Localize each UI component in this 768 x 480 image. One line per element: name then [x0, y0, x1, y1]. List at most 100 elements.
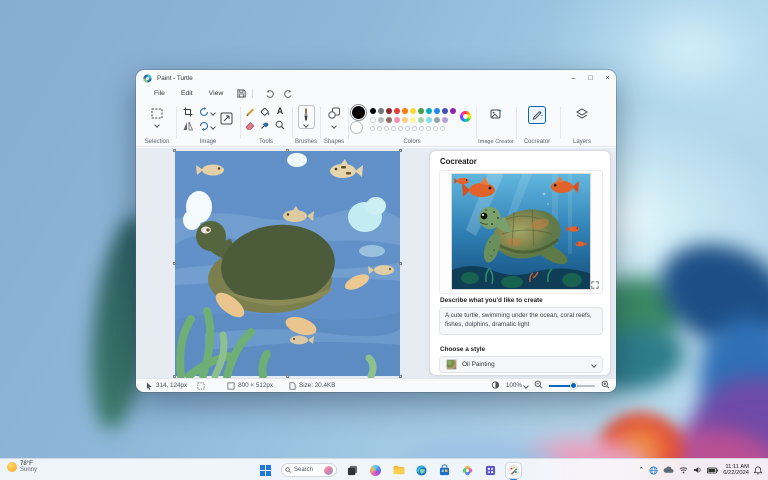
search-box[interactable]: Search	[281, 463, 337, 477]
zoom-in-icon[interactable]	[601, 380, 610, 391]
selection-handle[interactable]	[398, 149, 402, 153]
fit-to-window-icon[interactable]	[491, 380, 500, 391]
selection-handle[interactable]	[173, 149, 177, 153]
zoom-level-dropdown[interactable]: 100%	[506, 382, 529, 389]
empty-color-slot[interactable]	[397, 126, 404, 132]
zoom-slider-thumb[interactable]	[570, 382, 577, 389]
menu-edit[interactable]: Edit	[173, 90, 201, 97]
color-swatch[interactable]	[409, 117, 417, 124]
task-view-button[interactable]	[345, 463, 360, 478]
color-swatch[interactable]	[425, 108, 433, 115]
minimize-button[interactable]: –	[565, 70, 582, 86]
chevron-down-icon[interactable]	[331, 123, 337, 129]
edge-button[interactable]	[414, 463, 429, 478]
color-swatch[interactable]	[401, 108, 409, 115]
microsoft-store-button[interactable]	[437, 463, 452, 478]
empty-color-slot[interactable]	[376, 126, 383, 132]
color-swatch[interactable]	[393, 117, 401, 124]
rotate-icon[interactable]	[198, 106, 210, 118]
file-explorer-button[interactable]	[391, 463, 406, 478]
battery-icon[interactable]	[707, 467, 719, 474]
style-dropdown[interactable]: Oil Painting	[439, 356, 603, 373]
chevron-down-icon[interactable]	[210, 110, 216, 116]
pencil-icon[interactable]	[244, 105, 256, 117]
chevron-down-icon[interactable]	[303, 121, 309, 128]
selection-group[interactable]: Selection	[140, 101, 174, 147]
color-swatch[interactable]	[385, 108, 393, 115]
color-well-1[interactable]	[352, 106, 365, 119]
paint-taskbar-button[interactable]	[506, 462, 521, 480]
eraser-icon[interactable]	[244, 119, 256, 131]
maximize-button[interactable]: □	[582, 70, 599, 86]
shapes-icon[interactable]	[328, 107, 340, 119]
flip-icon[interactable]	[182, 120, 194, 132]
color-swatch[interactable]	[401, 117, 409, 124]
tray-chevron-up-icon[interactable]: ⌃	[638, 466, 644, 474]
expand-image-icon[interactable]	[590, 280, 600, 290]
color-swatch[interactable]	[370, 108, 377, 115]
empty-color-slot[interactable]	[370, 126, 376, 132]
color-swatch[interactable]	[370, 117, 377, 124]
generated-image[interactable]	[451, 173, 591, 290]
color-swatch[interactable]	[377, 108, 385, 115]
color-swatch[interactable]	[449, 108, 457, 115]
color-swatch[interactable]	[441, 117, 449, 124]
clock[interactable]: 11:11 AM 6/22/2024	[723, 464, 749, 477]
cocreator-selected-box[interactable]	[528, 106, 546, 124]
empty-color-slot[interactable]	[432, 126, 439, 132]
selection-handle[interactable]	[286, 149, 290, 153]
color-swatch[interactable]	[425, 117, 433, 124]
shapes-group[interactable]: Shapes	[322, 101, 346, 147]
empty-color-slot[interactable]	[383, 126, 390, 132]
selection-handle[interactable]	[398, 262, 402, 266]
prompt-input[interactable]: A cute turtle, swimming under the ocean,…	[439, 307, 603, 335]
rotate-left-icon[interactable]	[198, 120, 210, 132]
chevron-down-icon[interactable]	[210, 124, 216, 130]
tray-globe-icon[interactable]	[649, 465, 658, 475]
microsoft-365-button[interactable]	[483, 463, 498, 478]
color-wheel-icon[interactable]	[460, 111, 471, 122]
zoom-out-icon[interactable]	[534, 380, 543, 391]
color-swatch[interactable]	[409, 108, 417, 115]
empty-color-slot[interactable]	[425, 126, 432, 132]
selection-icon[interactable]	[151, 107, 163, 119]
menu-file[interactable]: File	[146, 90, 173, 97]
onedrive-icon[interactable]	[663, 466, 674, 474]
drawing-canvas[interactable]	[173, 149, 402, 380]
empty-color-slot[interactable]	[439, 126, 446, 132]
volume-icon[interactable]	[693, 466, 702, 474]
save-icon[interactable]	[237, 89, 246, 98]
undo-icon[interactable]	[265, 89, 275, 98]
crop-icon[interactable]	[182, 106, 194, 118]
photos-button[interactable]	[460, 463, 475, 478]
color-swatch[interactable]	[417, 117, 425, 124]
redo-icon[interactable]	[283, 89, 293, 98]
zoom-slider[interactable]	[549, 382, 595, 389]
eyedropper-icon[interactable]	[259, 119, 271, 131]
copilot-button[interactable]	[368, 463, 383, 478]
empty-color-slot[interactable]	[411, 126, 418, 132]
cocreator-button[interactable]: Cocreator	[518, 101, 556, 147]
selection-handle[interactable]	[173, 262, 177, 266]
color-swatch[interactable]	[433, 117, 441, 124]
wifi-icon[interactable]	[679, 466, 688, 474]
fill-bucket-icon[interactable]	[259, 105, 271, 117]
weather-widget[interactable]: 78°F Sunny	[7, 461, 37, 474]
notifications-bell-icon[interactable]	[753, 466, 763, 475]
empty-color-slot[interactable]	[418, 126, 425, 132]
close-button[interactable]: ×	[599, 70, 616, 86]
image-creator-button[interactable]: Image Creator	[478, 101, 514, 147]
chevron-down-icon[interactable]	[154, 122, 160, 128]
magnifier-icon[interactable]	[274, 119, 286, 131]
empty-color-slot[interactable]	[390, 126, 397, 132]
resize-icon[interactable]	[220, 112, 232, 124]
start-button[interactable]	[258, 463, 273, 478]
menu-view[interactable]: View	[201, 90, 232, 97]
empty-color-slot[interactable]	[404, 126, 411, 132]
title-bar[interactable]: Paint - Turtle – □ ×	[136, 70, 616, 86]
color-swatch[interactable]	[385, 117, 393, 124]
color-well-2[interactable]	[350, 121, 363, 134]
color-swatch[interactable]	[377, 117, 385, 124]
layers-button[interactable]: Layers	[562, 101, 602, 147]
brushes-group[interactable]: Brushes	[294, 101, 318, 147]
